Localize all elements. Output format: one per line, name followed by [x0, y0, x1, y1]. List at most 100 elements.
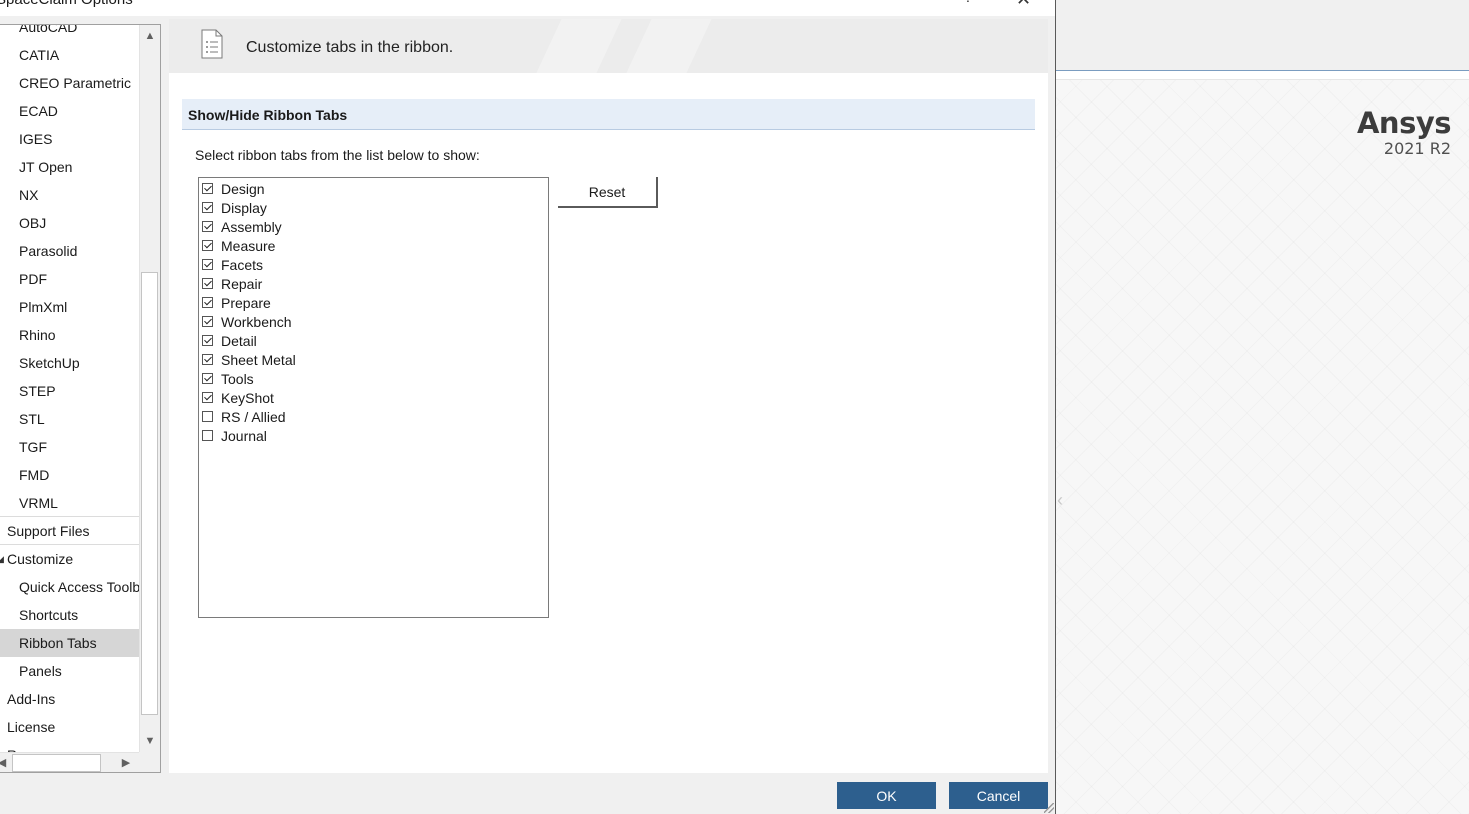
background-band: [1056, 72, 1469, 80]
banner-text: Customize tabs in the ribbon.: [246, 39, 454, 56]
nav-item-license[interactable]: License: [0, 713, 139, 741]
nav-vertical-scrollbar[interactable]: ▲ ▼: [139, 25, 160, 752]
reset-button[interactable]: Reset: [558, 177, 658, 208]
nav-item-resources[interactable]: Resources: [0, 741, 139, 752]
nav-item-sketchup[interactable]: SketchUp: [0, 349, 139, 377]
ribbon-tab-option-display[interactable]: Display: [202, 198, 267, 217]
nav-item-shortcuts[interactable]: Shortcuts: [0, 601, 139, 629]
checkbox[interactable]: [202, 278, 213, 289]
nav-item-label: TGF: [19, 439, 47, 455]
nav-item-nx[interactable]: NX: [0, 181, 139, 209]
background-toolbar: [1056, 0, 1469, 71]
ribbon-tab-option-keyshot[interactable]: KeyShot: [202, 388, 274, 407]
scroll-right-arrow-icon[interactable]: ▶: [118, 753, 134, 772]
ribbon-tab-option-sheet-metal[interactable]: Sheet Metal: [202, 350, 296, 369]
checkbox[interactable]: [202, 202, 213, 213]
title-bar: SpaceClaim Options ? ✕: [0, 0, 1055, 16]
background-canvas: [1056, 80, 1469, 814]
cancel-button[interactable]: Cancel: [949, 782, 1048, 809]
nav-item-vrml[interactable]: VRML: [0, 489, 139, 517]
nav-item-tgf[interactable]: TGF: [0, 433, 139, 461]
nav-item-pdf[interactable]: PDF: [0, 265, 139, 293]
ribbon-tab-option-rs-allied[interactable]: RS / Allied: [202, 407, 286, 426]
nav-item-rhino[interactable]: Rhino: [0, 321, 139, 349]
nav-item-ribbon-tabs[interactable]: Ribbon Tabs: [0, 629, 139, 657]
scroll-thumb[interactable]: [141, 272, 158, 715]
nav-item-obj[interactable]: OBJ: [0, 209, 139, 237]
instruction-text: Select ribbon tabs from the list below t…: [195, 147, 480, 163]
ribbon-tab-label: Assembly: [221, 218, 282, 235]
ribbon-tab-option-design[interactable]: Design: [202, 179, 265, 198]
checkbox[interactable]: [202, 297, 213, 308]
nav-item-label: CATIA: [19, 47, 60, 63]
nav-item-plmxml[interactable]: PlmXml: [0, 293, 139, 321]
ribbon-tab-label: Repair: [221, 275, 263, 292]
nav-item-label: IGES: [19, 131, 53, 147]
checkbox[interactable]: [202, 430, 213, 441]
scroll-left-arrow-icon[interactable]: ◀: [0, 753, 10, 772]
nav-item-label: OBJ: [19, 215, 47, 231]
ribbon-tab-label: RS / Allied: [221, 408, 286, 425]
nav-item-label: SketchUp: [19, 355, 80, 371]
nav-item-creo-parametric[interactable]: CREO Parametric: [0, 69, 139, 97]
checkbox[interactable]: [202, 316, 213, 327]
nav-item-parasolid[interactable]: Parasolid: [0, 237, 139, 265]
expand-arrow-icon[interactable]: ◢: [0, 545, 4, 573]
nav-item-quick-access-toolbar[interactable]: Quick Access Toolbar: [0, 573, 139, 601]
nav-item-step[interactable]: STEP: [0, 377, 139, 405]
ribbon-tab-option-journal[interactable]: Journal: [202, 426, 267, 445]
ribbon-tab-option-prepare[interactable]: Prepare: [202, 293, 271, 312]
ribbon-tab-option-detail[interactable]: Detail: [202, 331, 257, 350]
checkbox[interactable]: [202, 411, 213, 422]
help-icon[interactable]: ?: [964, 0, 972, 6]
nav-item-panels[interactable]: Panels: [0, 657, 139, 685]
nav-item-customize[interactable]: ◢Customize: [0, 545, 139, 573]
checkbox[interactable]: [202, 240, 213, 251]
nav-item-autocad[interactable]: AutoCAD: [0, 25, 139, 41]
nav-item-support-files[interactable]: Support Files: [0, 517, 139, 545]
nav-item-label: Rhino: [19, 327, 56, 343]
nav-item-label: Ribbon Tabs: [19, 635, 97, 651]
scroll-down-arrow-icon[interactable]: ▼: [140, 730, 160, 752]
dialog-title: SpaceClaim Options: [0, 0, 133, 8]
nav-item-label: JT Open: [19, 159, 73, 175]
section-title: Show/Hide Ribbon Tabs: [188, 107, 348, 123]
ribbon-tab-label: Detail: [221, 332, 257, 349]
checkbox[interactable]: [202, 183, 213, 194]
nav-item-add-ins[interactable]: Add-Ins: [0, 685, 139, 713]
nav-horizontal-scrollbar[interactable]: ◀ ▶: [0, 752, 139, 772]
resize-grip-icon[interactable]: [1044, 803, 1054, 813]
ribbon-tabs-checklist[interactable]: Design Display Assembly Measure Facets Repair…: [198, 177, 549, 618]
checkbox[interactable]: [202, 259, 213, 270]
ribbon-tab-label: Journal: [221, 427, 267, 444]
ribbon-tab-option-measure[interactable]: Measure: [202, 236, 275, 255]
background-application: Ansys 2021 R2 ‹: [1056, 0, 1469, 814]
checkbox[interactable]: [202, 335, 213, 346]
ansys-brand: Ansys 2021 R2: [1357, 106, 1452, 158]
nav-item-jt-open[interactable]: JT Open: [0, 153, 139, 181]
close-icon[interactable]: ✕: [1016, 0, 1031, 10]
checkbox[interactable]: [202, 221, 213, 232]
options-dialog: SpaceClaim Options ? ✕ AutoCAD CATIA CREO …: [0, 0, 1056, 814]
scroll-thumb-horizontal[interactable]: [12, 754, 101, 772]
section-header: Show/Hide Ribbon Tabs: [182, 99, 1035, 130]
nav-item-label: ECAD: [19, 103, 58, 119]
ribbon-tab-option-facets[interactable]: Facets: [202, 255, 263, 274]
ok-button[interactable]: OK: [837, 782, 936, 809]
nav-item-ecad[interactable]: ECAD: [0, 97, 139, 125]
ribbon-tab-option-assembly[interactable]: Assembly: [202, 217, 282, 236]
nav-item-catia[interactable]: CATIA: [0, 41, 139, 69]
nav-item-stl[interactable]: STL: [0, 405, 139, 433]
ribbon-tab-label: Design: [221, 180, 265, 197]
checkbox[interactable]: [202, 373, 213, 384]
checkbox[interactable]: [202, 354, 213, 365]
scroll-up-arrow-icon[interactable]: ▲: [140, 25, 160, 47]
nav-item-iges[interactable]: IGES: [0, 125, 139, 153]
ribbon-tab-option-tools[interactable]: Tools: [202, 369, 254, 388]
nav-item-label: FMD: [19, 467, 50, 483]
nav-item-fmd[interactable]: FMD: [0, 461, 139, 489]
nav-item-label: Shortcuts: [19, 607, 79, 623]
checkbox[interactable]: [202, 392, 213, 403]
ribbon-tab-option-repair[interactable]: Repair: [202, 274, 262, 293]
ribbon-tab-option-workbench[interactable]: Workbench: [202, 312, 292, 331]
